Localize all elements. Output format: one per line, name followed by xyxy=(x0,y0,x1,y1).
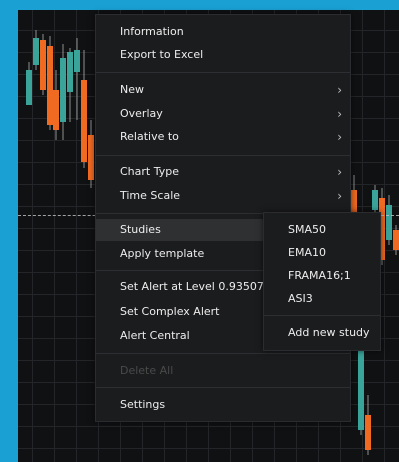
menu-item-label: Time Scale xyxy=(120,189,181,202)
menu-item-label: Settings xyxy=(120,398,166,411)
candle-body xyxy=(365,415,371,450)
candle-body xyxy=(81,80,87,162)
candle-body xyxy=(53,90,59,130)
menu-separator xyxy=(96,387,350,388)
candle-body xyxy=(33,38,39,65)
study-item-ema10[interactable]: EMA10 xyxy=(264,242,380,264)
candle-body xyxy=(393,230,399,250)
studies-submenu: SMA50 EMA10 FRAMA16;1 ASI3 Add new study xyxy=(263,212,381,351)
candle xyxy=(26,62,32,105)
menu-item-label: Export to Excel xyxy=(120,48,204,61)
candle xyxy=(365,395,371,455)
candle xyxy=(74,38,80,120)
menu-item-chart-type[interactable]: Chart Type › xyxy=(96,161,350,183)
menu-item-label: Overlay xyxy=(120,107,163,120)
menu-separator xyxy=(96,353,350,354)
chevron-right-icon: › xyxy=(337,83,342,97)
grid-line xyxy=(18,426,399,427)
chevron-right-icon: › xyxy=(337,107,342,121)
candle-body xyxy=(358,340,364,430)
chevron-right-icon: › xyxy=(337,130,342,144)
study-item-label: FRAMA16;1 xyxy=(288,269,351,282)
study-item-sma50[interactable]: SMA50 xyxy=(264,219,380,241)
candle xyxy=(53,70,59,140)
candle xyxy=(386,195,392,245)
candle xyxy=(33,30,39,70)
menu-separator xyxy=(264,315,380,316)
candle xyxy=(67,48,73,122)
add-new-study-item[interactable]: Add new study xyxy=(264,322,380,344)
candle xyxy=(88,120,94,188)
menu-item-delete-all: Delete All xyxy=(96,360,350,382)
menu-item-label: Set Complex Alert xyxy=(120,305,220,318)
grid-line xyxy=(18,448,399,449)
menu-item-label: Relative to xyxy=(120,130,179,143)
study-item-frama[interactable]: FRAMA16;1 xyxy=(264,265,380,287)
menu-separator xyxy=(96,72,350,73)
study-item-label: ASI3 xyxy=(288,292,313,305)
candle xyxy=(81,50,87,168)
grid-line xyxy=(32,10,33,462)
candle-body xyxy=(74,50,80,72)
candle-body xyxy=(372,190,378,210)
menu-item-label: Set Alert at Level 0.93507 xyxy=(120,280,264,293)
menu-item-settings[interactable]: Settings xyxy=(96,394,350,416)
menu-item-label: Chart Type xyxy=(120,165,179,178)
menu-item-label: Apply template xyxy=(120,247,205,260)
candle-body xyxy=(40,40,46,90)
menu-item-information[interactable]: Information xyxy=(96,21,350,43)
menu-item-label: Studies xyxy=(120,223,161,236)
menu-item-label: Delete All xyxy=(120,364,174,377)
candle-body xyxy=(60,58,66,122)
menu-item-label: Alert Central xyxy=(120,329,190,342)
candle-body xyxy=(67,52,73,92)
candle xyxy=(60,44,66,140)
candle xyxy=(40,34,46,95)
menu-item-time-scale[interactable]: Time Scale › xyxy=(96,185,350,207)
chevron-right-icon: › xyxy=(337,189,342,203)
menu-separator xyxy=(96,155,350,156)
menu-item-new[interactable]: New › xyxy=(96,79,350,101)
menu-item-relative-to[interactable]: Relative to › xyxy=(96,126,350,148)
menu-item-overlay[interactable]: Overlay › xyxy=(96,103,350,125)
chevron-right-icon: › xyxy=(337,165,342,179)
candle-body xyxy=(88,135,94,180)
study-item-label: Add new study xyxy=(288,326,370,339)
study-item-asi3[interactable]: ASI3 xyxy=(264,288,380,310)
menu-item-label: New xyxy=(120,83,144,96)
candle xyxy=(393,225,399,255)
study-item-label: EMA10 xyxy=(288,246,326,259)
candle-body xyxy=(386,205,392,240)
candle-body xyxy=(26,70,32,105)
study-item-label: SMA50 xyxy=(288,223,326,236)
menu-item-export-to-excel[interactable]: Export to Excel xyxy=(96,44,350,66)
menu-item-label: Information xyxy=(120,25,184,38)
